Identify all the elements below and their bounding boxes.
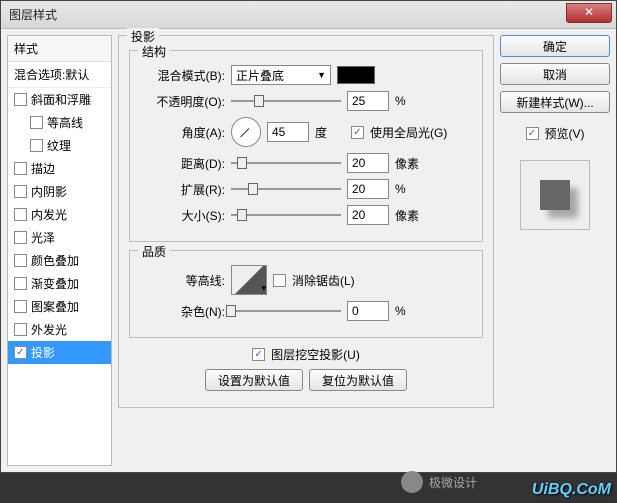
- layer-style-dialog: 图层样式 ✕ 样式 混合选项:默认 斜面和浮雕等高线纹理描边内阴影内发光光泽颜色…: [0, 0, 617, 473]
- size-input[interactable]: 20: [347, 205, 389, 225]
- angle-dial[interactable]: [231, 117, 261, 147]
- settings-panel: 投影 结构 混合模式(B): 正片叠底 ▼ 不透明度(O):: [118, 35, 494, 466]
- style-label: 光泽: [31, 229, 55, 246]
- shadow-color-swatch[interactable]: [337, 66, 375, 84]
- spread-input[interactable]: 20: [347, 179, 389, 199]
- contour-picker[interactable]: ▾: [231, 265, 267, 295]
- window-title: 图层样式: [9, 6, 57, 23]
- watermark-secondary: 极微设计: [401, 471, 477, 493]
- structure-legend: 结构: [138, 43, 170, 60]
- style-item-8[interactable]: 渐变叠加: [8, 272, 111, 295]
- style-label: 外发光: [31, 321, 67, 338]
- style-item-6[interactable]: 光泽: [8, 226, 111, 249]
- knockout-checkbox[interactable]: ✓: [252, 348, 265, 361]
- cancel-button[interactable]: 取消: [500, 63, 610, 85]
- spread-unit: %: [395, 182, 425, 196]
- style-checkbox[interactable]: [14, 323, 27, 336]
- style-label: 渐变叠加: [31, 275, 79, 292]
- noise-unit: %: [395, 304, 425, 318]
- shadow-panel: 投影 结构 混合模式(B): 正片叠底 ▼ 不透明度(O):: [118, 35, 494, 408]
- distance-label: 距离(D):: [140, 155, 225, 172]
- style-item-4[interactable]: 内阴影: [8, 180, 111, 203]
- style-item-1[interactable]: 等高线: [8, 111, 111, 134]
- distance-slider[interactable]: [231, 154, 341, 172]
- blend-mode-combo[interactable]: 正片叠底 ▼: [231, 65, 331, 85]
- styles-header: 样式: [8, 36, 111, 62]
- style-label: 图案叠加: [31, 298, 79, 315]
- style-item-11[interactable]: ✓ 投影: [8, 341, 111, 364]
- angle-label: 角度(A):: [140, 124, 225, 141]
- angle-unit: 度: [315, 124, 345, 141]
- style-label: 投影: [31, 344, 55, 361]
- spread-slider[interactable]: [231, 180, 341, 198]
- blend-options-item[interactable]: 混合选项:默认: [8, 62, 111, 88]
- style-checkbox[interactable]: [14, 162, 27, 175]
- knockout-label: 图层挖空投影(U): [271, 346, 360, 363]
- style-label: 等高线: [47, 114, 83, 131]
- style-checkbox[interactable]: [30, 139, 43, 152]
- noise-slider[interactable]: [231, 302, 341, 320]
- distance-input[interactable]: 20: [347, 153, 389, 173]
- style-label: 内发光: [31, 206, 67, 223]
- style-checkbox[interactable]: [30, 116, 43, 129]
- structure-group: 结构 混合模式(B): 正片叠底 ▼ 不透明度(O): 25 %: [129, 50, 483, 242]
- style-label: 斜面和浮雕: [31, 91, 91, 108]
- style-item-10[interactable]: 外发光: [8, 318, 111, 341]
- style-item-7[interactable]: 颜色叠加: [8, 249, 111, 272]
- preview-checkbox[interactable]: ✓: [526, 127, 539, 140]
- chevron-down-icon: ▾: [261, 283, 266, 294]
- quality-legend: 品质: [138, 243, 170, 260]
- ok-button[interactable]: 确定: [500, 35, 610, 57]
- style-checkbox[interactable]: [14, 185, 27, 198]
- noise-label: 杂色(N):: [140, 303, 225, 320]
- opacity-slider[interactable]: [231, 92, 341, 110]
- right-buttons: 确定 取消 新建样式(W)... ✓ 预览(V): [500, 35, 610, 466]
- style-checkbox[interactable]: [14, 231, 27, 244]
- opacity-label: 不透明度(O):: [140, 93, 225, 110]
- new-style-button[interactable]: 新建样式(W)...: [500, 91, 610, 113]
- size-label: 大小(S):: [140, 207, 225, 224]
- noise-input[interactable]: 0: [347, 301, 389, 321]
- style-item-5[interactable]: 内发光: [8, 203, 111, 226]
- reset-default-button[interactable]: 复位为默认值: [309, 369, 407, 391]
- contour-label: 等高线:: [140, 272, 225, 289]
- opacity-unit: %: [395, 94, 425, 108]
- chevron-down-icon: ▼: [317, 70, 326, 80]
- style-checkbox[interactable]: [14, 254, 27, 267]
- style-item-0[interactable]: 斜面和浮雕: [8, 88, 111, 111]
- angle-input[interactable]: 45: [267, 122, 309, 142]
- opacity-input[interactable]: 25: [347, 91, 389, 111]
- style-item-9[interactable]: 图案叠加: [8, 295, 111, 318]
- close-button[interactable]: ✕: [566, 3, 612, 23]
- set-default-button[interactable]: 设置为默认值: [205, 369, 303, 391]
- spread-label: 扩展(R):: [140, 181, 225, 198]
- preview-label: 预览(V): [545, 125, 585, 142]
- style-checkbox[interactable]: [14, 93, 27, 106]
- style-item-3[interactable]: 描边: [8, 157, 111, 180]
- style-item-2[interactable]: 纹理: [8, 134, 111, 157]
- preview-thumbnail: [520, 160, 590, 230]
- style-checkbox[interactable]: [14, 208, 27, 221]
- quality-group: 品质 等高线: ▾ 消除锯齿(L) 杂色(N): 0 %: [129, 250, 483, 338]
- distance-unit: 像素: [395, 155, 425, 172]
- style-label: 颜色叠加: [31, 252, 79, 269]
- antialias-label: 消除锯齿(L): [292, 272, 355, 289]
- antialias-checkbox[interactable]: [273, 274, 286, 287]
- watermark: UiBQ.CoM: [532, 481, 611, 499]
- size-slider[interactable]: [231, 206, 341, 224]
- titlebar[interactable]: 图层样式 ✕: [1, 1, 616, 29]
- global-light-checkbox[interactable]: ✓: [351, 126, 364, 139]
- style-checkbox[interactable]: ✓: [14, 346, 27, 359]
- style-checkbox[interactable]: [14, 300, 27, 313]
- styles-list: 样式 混合选项:默认 斜面和浮雕等高线纹理描边内阴影内发光光泽颜色叠加渐变叠加图…: [7, 35, 112, 466]
- style-label: 纹理: [47, 137, 71, 154]
- size-unit: 像素: [395, 207, 425, 224]
- style-label: 描边: [31, 160, 55, 177]
- style-checkbox[interactable]: [14, 277, 27, 290]
- blend-mode-label: 混合模式(B):: [140, 67, 225, 84]
- global-light-label: 使用全局光(G): [370, 124, 447, 141]
- style-label: 内阴影: [31, 183, 67, 200]
